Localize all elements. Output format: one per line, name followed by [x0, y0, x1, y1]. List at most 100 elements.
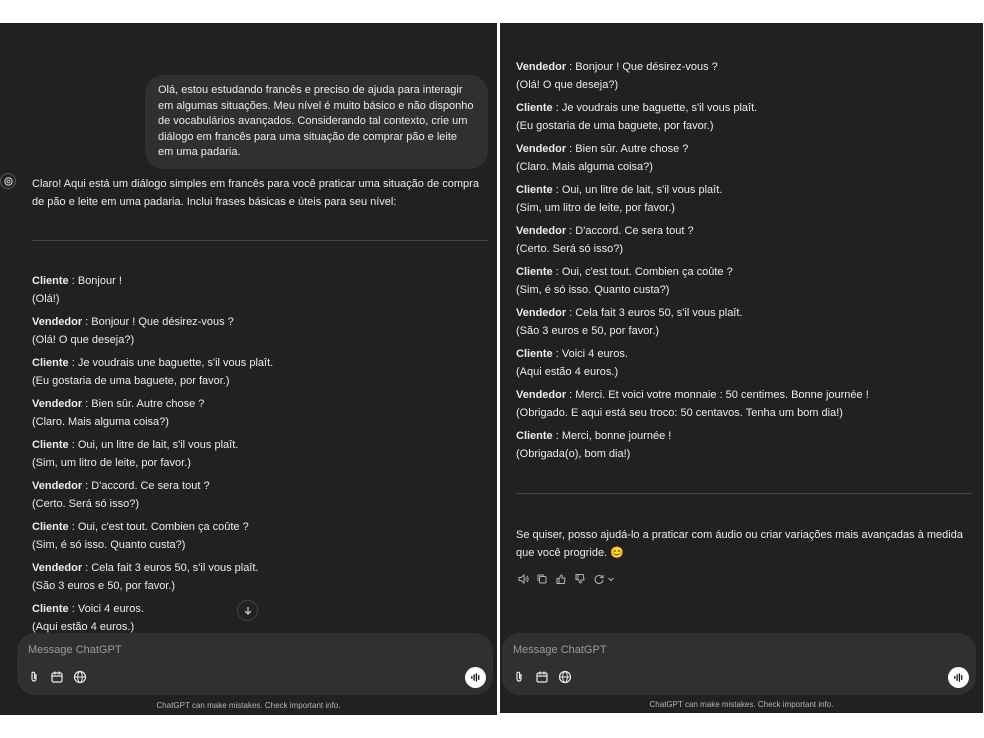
french-text: : Oui, un litre de lait, s'il vous plaît…: [68, 439, 239, 451]
dialog-turn: Vendedor : D'accord. Ce sera tout ? (Cert…: [32, 477, 273, 513]
translation-text: (Eu gostaria de uma baguete, por favor.): [516, 120, 714, 132]
french-text: : Voici 4 euros.: [68, 603, 144, 615]
thumbs-down-icon[interactable]: [573, 572, 587, 586]
translation-text: (Sim, um litro de leite, por favor.): [516, 202, 675, 214]
speaker-label: Cliente: [516, 184, 553, 196]
message-composer[interactable]: Message ChatGPT: [17, 633, 493, 695]
dialog-french-line: Cliente : Je voudrais une baguette, s'il…: [516, 99, 869, 117]
french-text: : Je voudrais une baguette, s'il vous pl…: [68, 357, 274, 369]
voice-mode-icon: [954, 673, 963, 682]
dialog-turn: Vendedor : Bien sûr. Autre chose ? (Claro…: [516, 140, 869, 176]
speaker-label: Vendedor: [516, 307, 567, 319]
openai-logo-icon: [0, 173, 16, 189]
french-text: : Cela fait 3 euros 50, s'il vous plaît.: [82, 562, 259, 574]
dialog-turn: Cliente : Je voudrais une baguette, s'il…: [516, 99, 869, 135]
speaker-label: Cliente: [516, 266, 553, 278]
french-text: : Bonjour ! Que désirez-vous ?: [566, 61, 718, 73]
speaker-label: Vendedor: [516, 389, 567, 401]
message-input[interactable]: Message ChatGPT: [513, 644, 607, 656]
attach-icon[interactable]: [26, 669, 42, 685]
dialog-turn: Cliente : Oui, un litre de lait, s'il vo…: [32, 436, 273, 472]
dialog-french-line: Cliente : Oui, un litre de lait, s'il vo…: [516, 181, 869, 199]
message-actions: [516, 572, 615, 586]
dialog-french-line: Cliente : Voici 4 euros.: [516, 345, 869, 363]
dialog-turn: Vendedor : Cela fait 3 euros 50, s'il vo…: [32, 559, 273, 595]
translation-text: (São 3 euros e 50, por favor.): [32, 580, 176, 592]
speaker-label: Cliente: [516, 102, 553, 114]
speaker-label: Cliente: [32, 357, 69, 369]
dialog-turn: Vendedor : Bonjour ! Que désirez-vous ? (…: [32, 313, 273, 349]
thumbs-up-icon[interactable]: [554, 572, 568, 586]
dialog-turn: Vendedor : Bien sûr. Autre chose ? (Claro…: [32, 395, 273, 431]
disclaimer-text: ChatGPT can make mistakes. Check importa…: [649, 700, 834, 709]
message-composer[interactable]: Message ChatGPT: [502, 633, 976, 695]
chat-panel-left: Olá, estou estudando francês e preciso d…: [0, 23, 497, 715]
speaker-label: Cliente: [516, 430, 553, 442]
dialog-turn: Vendedor : Bonjour ! Que désirez-vous ? (…: [516, 58, 869, 94]
speaker-label: Cliente: [32, 439, 69, 451]
attach-icon[interactable]: [511, 669, 527, 685]
dialog-french-line: Vendedor : D'accord. Ce sera tout ?: [32, 477, 273, 495]
dialog-french-line: Cliente : Oui, c'est tout. Combien ça co…: [32, 518, 273, 536]
french-text: : Oui, c'est tout. Combien ça coûte ?: [552, 266, 733, 278]
dialog-turn: Cliente : Oui, c'est tout. Combien ça co…: [32, 518, 273, 554]
translation-text: (São 3 euros e 50, por favor.): [516, 325, 660, 337]
dialog-french-line: Vendedor : Bien sûr. Autre chose ?: [32, 395, 273, 413]
divider: [32, 240, 488, 241]
dialog-french-line: Vendedor : Cela fait 3 euros 50, s'il vo…: [32, 559, 273, 577]
voice-mode-icon: [471, 673, 480, 682]
assistant-outro-text: Se quiser, posso ajudá-lo a praticar com…: [516, 529, 963, 559]
french-text: : Merci. Et voici votre monnaie : 50 cen…: [566, 389, 869, 401]
globe-icon[interactable]: [72, 669, 88, 685]
voice-mode-button[interactable]: [948, 667, 969, 688]
dialog-french-line: Vendedor : Merci. Et voici votre monnaie…: [516, 386, 869, 404]
dialog-turn: Cliente : Merci, bonne journée ! (Obrigad…: [516, 427, 869, 463]
dialog-french-line: Cliente : Bonjour !: [32, 272, 273, 290]
speaker-icon[interactable]: [516, 572, 530, 586]
translation-text: (Olá! O que deseja?): [32, 334, 135, 346]
dialog-french-line: Vendedor : Bonjour ! Que désirez-vous ?: [32, 313, 273, 331]
french-text: : Je voudrais une baguette, s'il vous pl…: [552, 102, 758, 114]
speaker-label: Vendedor: [32, 480, 83, 492]
dialog-turn: Cliente : Voici 4 euros. (Aqui estão 4 eu…: [516, 345, 869, 381]
chevron-down-icon[interactable]: [607, 572, 615, 586]
translation-text: (Olá!): [32, 293, 60, 305]
speaker-label: Vendedor: [32, 316, 83, 328]
disclaimer-text: ChatGPT can make mistakes. Check importa…: [156, 701, 341, 710]
french-text: : Oui, c'est tout. Combien ça coûte ?: [68, 521, 249, 533]
assistant-intro-text: Claro! Aqui está um diálogo simples em f…: [32, 178, 479, 208]
dialog-french-line: Cliente : Oui, un litre de lait, s'il vo…: [32, 436, 273, 454]
scroll-to-bottom-button[interactable]: [237, 600, 258, 621]
translation-text: (Obrigado. E aqui está seu troco: 50 cen…: [516, 407, 843, 419]
dialog-french-line: Vendedor : D'accord. Ce sera tout ?: [516, 222, 869, 240]
tools-icon[interactable]: [49, 669, 65, 685]
speaker-label: Cliente: [32, 521, 69, 533]
message-input[interactable]: Message ChatGPT: [28, 644, 122, 656]
speaker-label: Vendedor: [516, 225, 567, 237]
french-text: : Oui, un litre de lait, s'il vous plaît…: [552, 184, 723, 196]
french-text: : Merci, bonne journée !: [552, 430, 672, 442]
dialog-list: Vendedor : Bonjour ! Que désirez-vous ? (…: [516, 58, 869, 468]
divider: [516, 493, 972, 494]
voice-mode-button[interactable]: [465, 667, 486, 688]
user-message-bubble: Olá, estou estudando francês e preciso d…: [145, 75, 488, 169]
french-text: : Bonjour ! Que désirez-vous ?: [82, 316, 234, 328]
speaker-label: Vendedor: [516, 143, 567, 155]
speaker-label: Vendedor: [516, 61, 567, 73]
globe-icon[interactable]: [557, 669, 573, 685]
translation-text: (Sim, é só isso. Quanto custa?): [516, 284, 670, 296]
french-text: : D'accord. Ce sera tout ?: [566, 225, 694, 237]
french-text: : Bonjour !: [68, 275, 122, 287]
french-text: : Bien sûr. Autre chose ?: [82, 398, 205, 410]
translation-text: (Obrigada(o), bom dia!): [516, 448, 631, 460]
chat-panel-right: Vendedor : Bonjour ! Que désirez-vous ? (…: [500, 23, 983, 713]
regenerate-icon[interactable]: [592, 572, 606, 586]
dialog-turn: Cliente : Oui, un litre de lait, s'il vo…: [516, 181, 869, 217]
tools-icon[interactable]: [534, 669, 550, 685]
dialog-turn: Vendedor : Merci. Et voici votre monnaie…: [516, 386, 869, 422]
copy-icon[interactable]: [535, 572, 549, 586]
dialog-turn: Cliente : Bonjour ! (Olá!): [32, 272, 273, 308]
dialog-turn: Vendedor : Cela fait 3 euros 50, s'il vo…: [516, 304, 869, 340]
speaker-label: Cliente: [32, 603, 69, 615]
dialog-french-line: Vendedor : Bonjour ! Que désirez-vous ?: [516, 58, 869, 76]
